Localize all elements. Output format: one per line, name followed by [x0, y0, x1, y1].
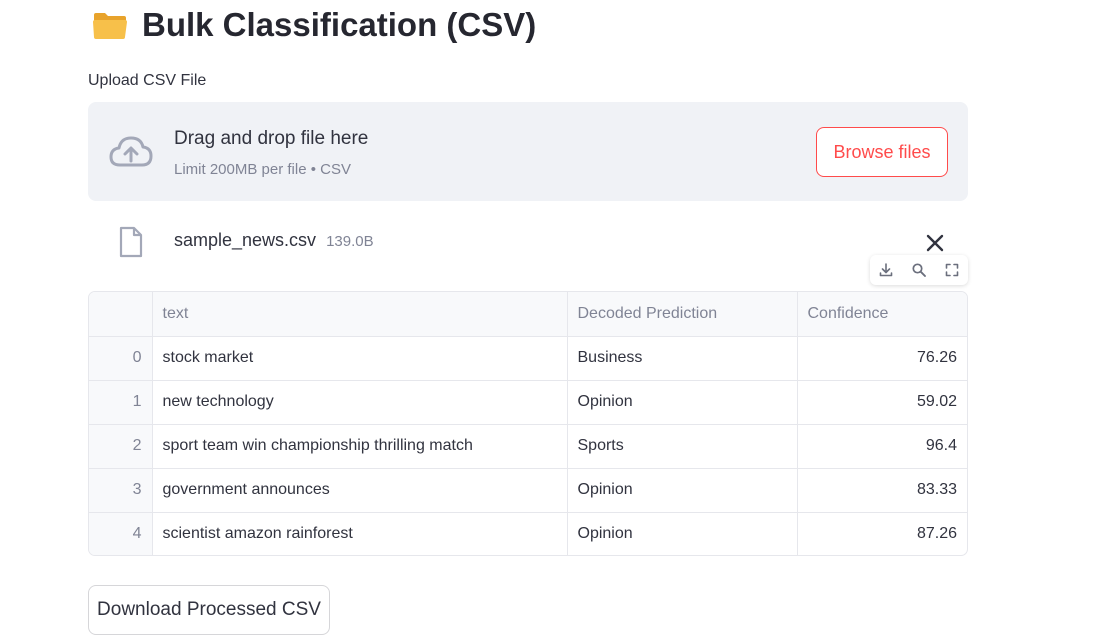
column-header-prediction[interactable]: Decoded Prediction: [567, 292, 798, 337]
uploaded-file: sample_news.csv 139.0B: [88, 222, 968, 262]
column-header-confidence[interactable]: Confidence: [797, 292, 967, 337]
row-index: 3: [89, 468, 153, 513]
page: Bulk Classification (CSV) Upload CSV Fil…: [0, 0, 1095, 642]
file-dropzone[interactable]: Drag and drop file here Limit 200MB per …: [88, 102, 968, 201]
results-table[interactable]: text Decoded Prediction Confidence 0 sto…: [88, 291, 968, 556]
dataframe-toolbar: [870, 255, 968, 285]
fullscreen-icon[interactable]: [944, 262, 960, 278]
dropzone-limit: Limit 200MB per file • CSV: [174, 161, 351, 178]
cell-prediction[interactable]: Business: [567, 336, 798, 381]
row-index: 0: [89, 336, 153, 381]
table-row: 1 new technology Opinion 59.02: [89, 380, 967, 425]
cell-text[interactable]: new technology: [152, 380, 568, 425]
page-title: Bulk Classification (CSV): [92, 6, 536, 44]
cell-text[interactable]: scientist amazon rainforest: [152, 512, 568, 555]
page-title-text: Bulk Classification (CSV): [142, 6, 537, 43]
cell-prediction[interactable]: Opinion: [567, 512, 798, 555]
file-name: sample_news.csv 139.0B: [174, 230, 374, 251]
cloud-upload-icon: [109, 136, 153, 167]
table-row: 4 scientist amazon rainforest Opinion 87…: [89, 512, 967, 555]
cell-confidence[interactable]: 59.02: [797, 380, 967, 425]
cell-text[interactable]: stock market: [152, 336, 568, 381]
file-size: 139.0B: [326, 233, 374, 250]
table-row: 0 stock market Business 76.26: [89, 336, 967, 381]
cell-prediction[interactable]: Opinion: [567, 468, 798, 513]
cell-text[interactable]: government announces: [152, 468, 568, 513]
table-row: 2 sport team win championship thrilling …: [89, 424, 967, 469]
cell-prediction[interactable]: Sports: [567, 424, 798, 469]
cell-confidence[interactable]: 83.33: [797, 468, 967, 513]
download-icon[interactable]: [878, 262, 894, 278]
cell-confidence[interactable]: 76.26: [797, 336, 967, 381]
column-header-index[interactable]: [89, 292, 153, 337]
row-index: 2: [89, 424, 153, 469]
search-icon[interactable]: [911, 262, 927, 278]
close-icon[interactable]: [924, 232, 946, 254]
cell-confidence[interactable]: 87.26: [797, 512, 967, 555]
cell-confidence[interactable]: 96.4: [797, 424, 967, 469]
file-icon: [119, 226, 143, 258]
file-name-text: sample_news.csv: [174, 230, 317, 250]
row-index: 4: [89, 512, 153, 555]
table-header-row: text Decoded Prediction Confidence: [89, 292, 967, 337]
download-processed-csv-button[interactable]: Download Processed CSV: [88, 585, 330, 635]
dropzone-instructions: Drag and drop file here: [174, 128, 369, 149]
upload-label: Upload CSV File: [88, 72, 207, 89]
browse-files-button[interactable]: Browse files: [816, 127, 948, 177]
column-header-text[interactable]: text: [152, 292, 568, 337]
folder-icon: [93, 13, 127, 39]
row-index: 1: [89, 380, 153, 425]
cell-text[interactable]: sport team win championship thrilling ma…: [152, 424, 568, 469]
table-row: 3 government announces Opinion 83.33: [89, 468, 967, 513]
cell-prediction[interactable]: Opinion: [567, 380, 798, 425]
